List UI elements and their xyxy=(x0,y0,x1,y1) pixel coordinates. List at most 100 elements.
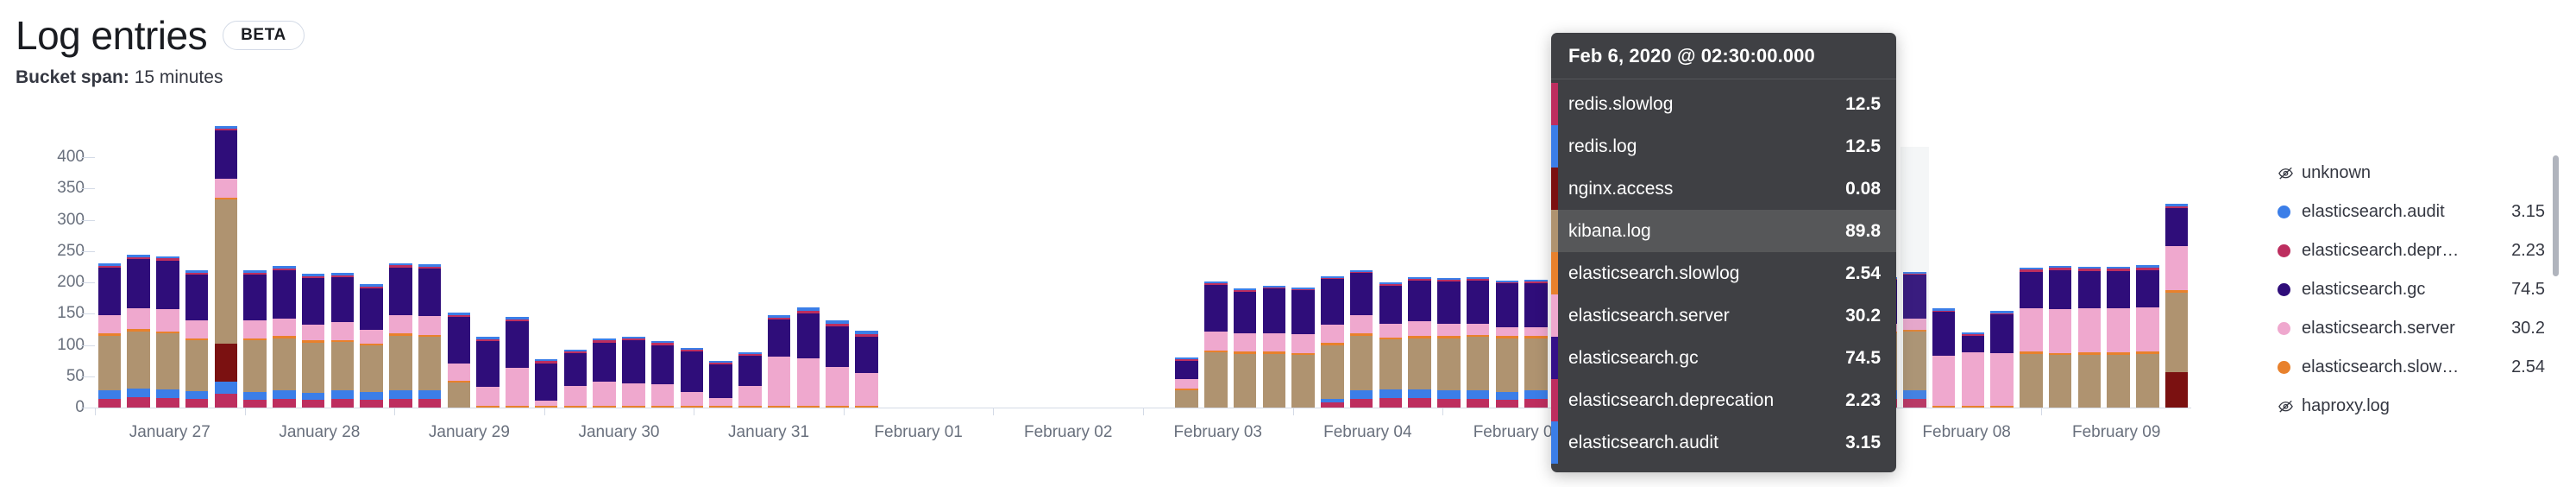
legend-item[interactable]: elasticsearch.gc 74.5 xyxy=(2278,270,2562,309)
bar-stack[interactable] xyxy=(1932,308,1956,408)
bar-segment xyxy=(127,389,150,398)
bar-stack[interactable] xyxy=(214,125,238,408)
bar-stack[interactable] xyxy=(2136,265,2159,408)
bar-stack[interactable] xyxy=(360,284,383,408)
chart-legend[interactable]: unknown elasticsearch.audit 3.15 elasticsea… xyxy=(2278,154,2562,415)
legend-color-dot[interactable] xyxy=(2278,361,2302,374)
legend-color-dot[interactable] xyxy=(2278,244,2302,257)
bar-segment xyxy=(185,398,209,408)
bar-stack[interactable] xyxy=(2077,266,2102,408)
bar-stack[interactable] xyxy=(593,338,616,408)
bar-stack[interactable] xyxy=(1437,277,1461,408)
bar-segment xyxy=(97,263,122,267)
tooltip-timestamp: Feb 6, 2020 @ 02:30:00.000 xyxy=(1551,33,1896,79)
bar-segment xyxy=(2077,270,2102,309)
bar-stack[interactable] xyxy=(2107,266,2130,408)
eye-slash-icon[interactable] xyxy=(2278,398,2302,414)
legend-color-dot[interactable] xyxy=(2278,283,2302,296)
bar-stack[interactable] xyxy=(273,266,296,408)
tooltip-series-value: 12.5 xyxy=(1845,136,1881,156)
bar-segment xyxy=(1379,389,1403,399)
bar-stack[interactable] xyxy=(1204,281,1228,408)
eye-slash-icon[interactable] xyxy=(2278,165,2302,181)
bar-stack[interactable] xyxy=(534,359,558,408)
log-entries-chart[interactable]: 0 50 100 150 200 250 300 350 400 January 27 Januar… xyxy=(0,125,2576,487)
bar-stack[interactable] xyxy=(97,263,122,408)
bar-stack[interactable] xyxy=(1495,280,1519,408)
tooltip-color-swatch xyxy=(1551,421,1558,464)
bar-stack[interactable] xyxy=(622,337,645,408)
bar-stack[interactable] xyxy=(389,262,412,408)
bar-segment xyxy=(476,387,499,406)
bar-stack[interactable] xyxy=(330,273,355,408)
bar-stack[interactable] xyxy=(796,307,820,408)
bar-segment xyxy=(622,337,645,339)
bar-stack[interactable] xyxy=(447,312,471,408)
legend-scrollbar[interactable] xyxy=(2553,155,2559,276)
bar-stack[interactable] xyxy=(1961,332,1985,408)
tooltip-color-swatch xyxy=(1551,337,1558,379)
bar-segment xyxy=(418,337,442,391)
bar-stack[interactable] xyxy=(1408,277,1431,408)
legend-item[interactable]: elasticsearch.audit 3.15 xyxy=(2278,193,2562,231)
bar-stack[interactable] xyxy=(418,264,442,408)
bar-stack[interactable] xyxy=(1291,287,1315,408)
bar-segment xyxy=(1321,343,1344,345)
bar-stack[interactable] xyxy=(1349,269,1373,408)
legend-color-dot[interactable] xyxy=(2278,206,2302,218)
bar-stack[interactable] xyxy=(156,256,179,408)
bar-segment xyxy=(156,398,179,408)
bar-segment xyxy=(1903,275,1926,319)
bar-stack[interactable] xyxy=(767,315,791,408)
legend-item[interactable]: elasticsearch.depr… 2.23 xyxy=(2278,231,2562,270)
bar-stack[interactable] xyxy=(680,348,704,408)
title-row: Log entries BETA xyxy=(16,16,305,55)
legend-rows[interactable]: unknown elasticsearch.audit 3.15 elasticsea… xyxy=(2278,154,2562,426)
legend-item[interactable]: elasticsearch.slow… 2.54 xyxy=(2278,348,2562,387)
bar-stack[interactable] xyxy=(1524,280,1548,408)
bar-stack[interactable] xyxy=(1379,282,1403,408)
bar-stack[interactable] xyxy=(709,360,732,408)
bar-stack[interactable] xyxy=(1990,311,2014,408)
bar-segment xyxy=(796,358,820,406)
legend-color-dot[interactable] xyxy=(2278,322,2302,335)
bar-stack[interactable] xyxy=(243,270,267,408)
bar-segment xyxy=(2048,266,2072,269)
bar-stack[interactable] xyxy=(563,349,587,408)
bar-segment xyxy=(855,373,878,406)
bar-stack[interactable] xyxy=(650,341,675,408)
legend-item[interactable]: haproxy.log xyxy=(2278,387,2562,426)
bar-segment xyxy=(1437,390,1461,399)
bar-stack[interactable] xyxy=(1321,275,1344,408)
bar-stack[interactable] xyxy=(2020,267,2043,408)
bar-segment xyxy=(1437,398,1461,408)
tooltip-row: elasticsearch.deprecation 2.23 xyxy=(1551,379,1896,421)
bar-stack[interactable] xyxy=(2164,204,2189,408)
bar-segment xyxy=(650,343,675,345)
legend-item[interactable]: elasticsearch.server 30.2 xyxy=(2278,309,2562,348)
bar-segment xyxy=(2077,355,2102,408)
page-title: Log entries xyxy=(16,13,208,58)
y-axis-tick-mark xyxy=(81,188,95,190)
legend-item[interactable]: unknown xyxy=(2278,154,2562,193)
bar-stack[interactable] xyxy=(826,319,849,408)
bar-stack[interactable] xyxy=(1262,285,1286,408)
tooltip-series-value: 0.08 xyxy=(1845,178,1881,199)
bar-stack[interactable] xyxy=(738,351,762,408)
bar-stack[interactable] xyxy=(185,270,209,408)
bar-stack[interactable] xyxy=(506,316,529,408)
bar-stack[interactable] xyxy=(1175,357,1198,408)
bar-stack[interactable] xyxy=(127,255,150,408)
legend-series-value: 3.15 xyxy=(2511,202,2545,221)
bar-stack[interactable] xyxy=(2048,266,2072,408)
bar-stack[interactable] xyxy=(301,273,325,408)
tooltip-row: redis.slowlog 12.5 xyxy=(1551,83,1896,125)
bar-segment xyxy=(563,349,587,351)
bar-stack[interactable] xyxy=(1233,288,1257,408)
bar-segment xyxy=(2136,267,2159,270)
bar-stack[interactable] xyxy=(1466,277,1490,408)
bar-segment xyxy=(1466,277,1490,280)
bar-stack[interactable] xyxy=(476,337,499,408)
bar-stack[interactable] xyxy=(855,330,878,408)
bar-stack[interactable] xyxy=(1903,271,1926,408)
